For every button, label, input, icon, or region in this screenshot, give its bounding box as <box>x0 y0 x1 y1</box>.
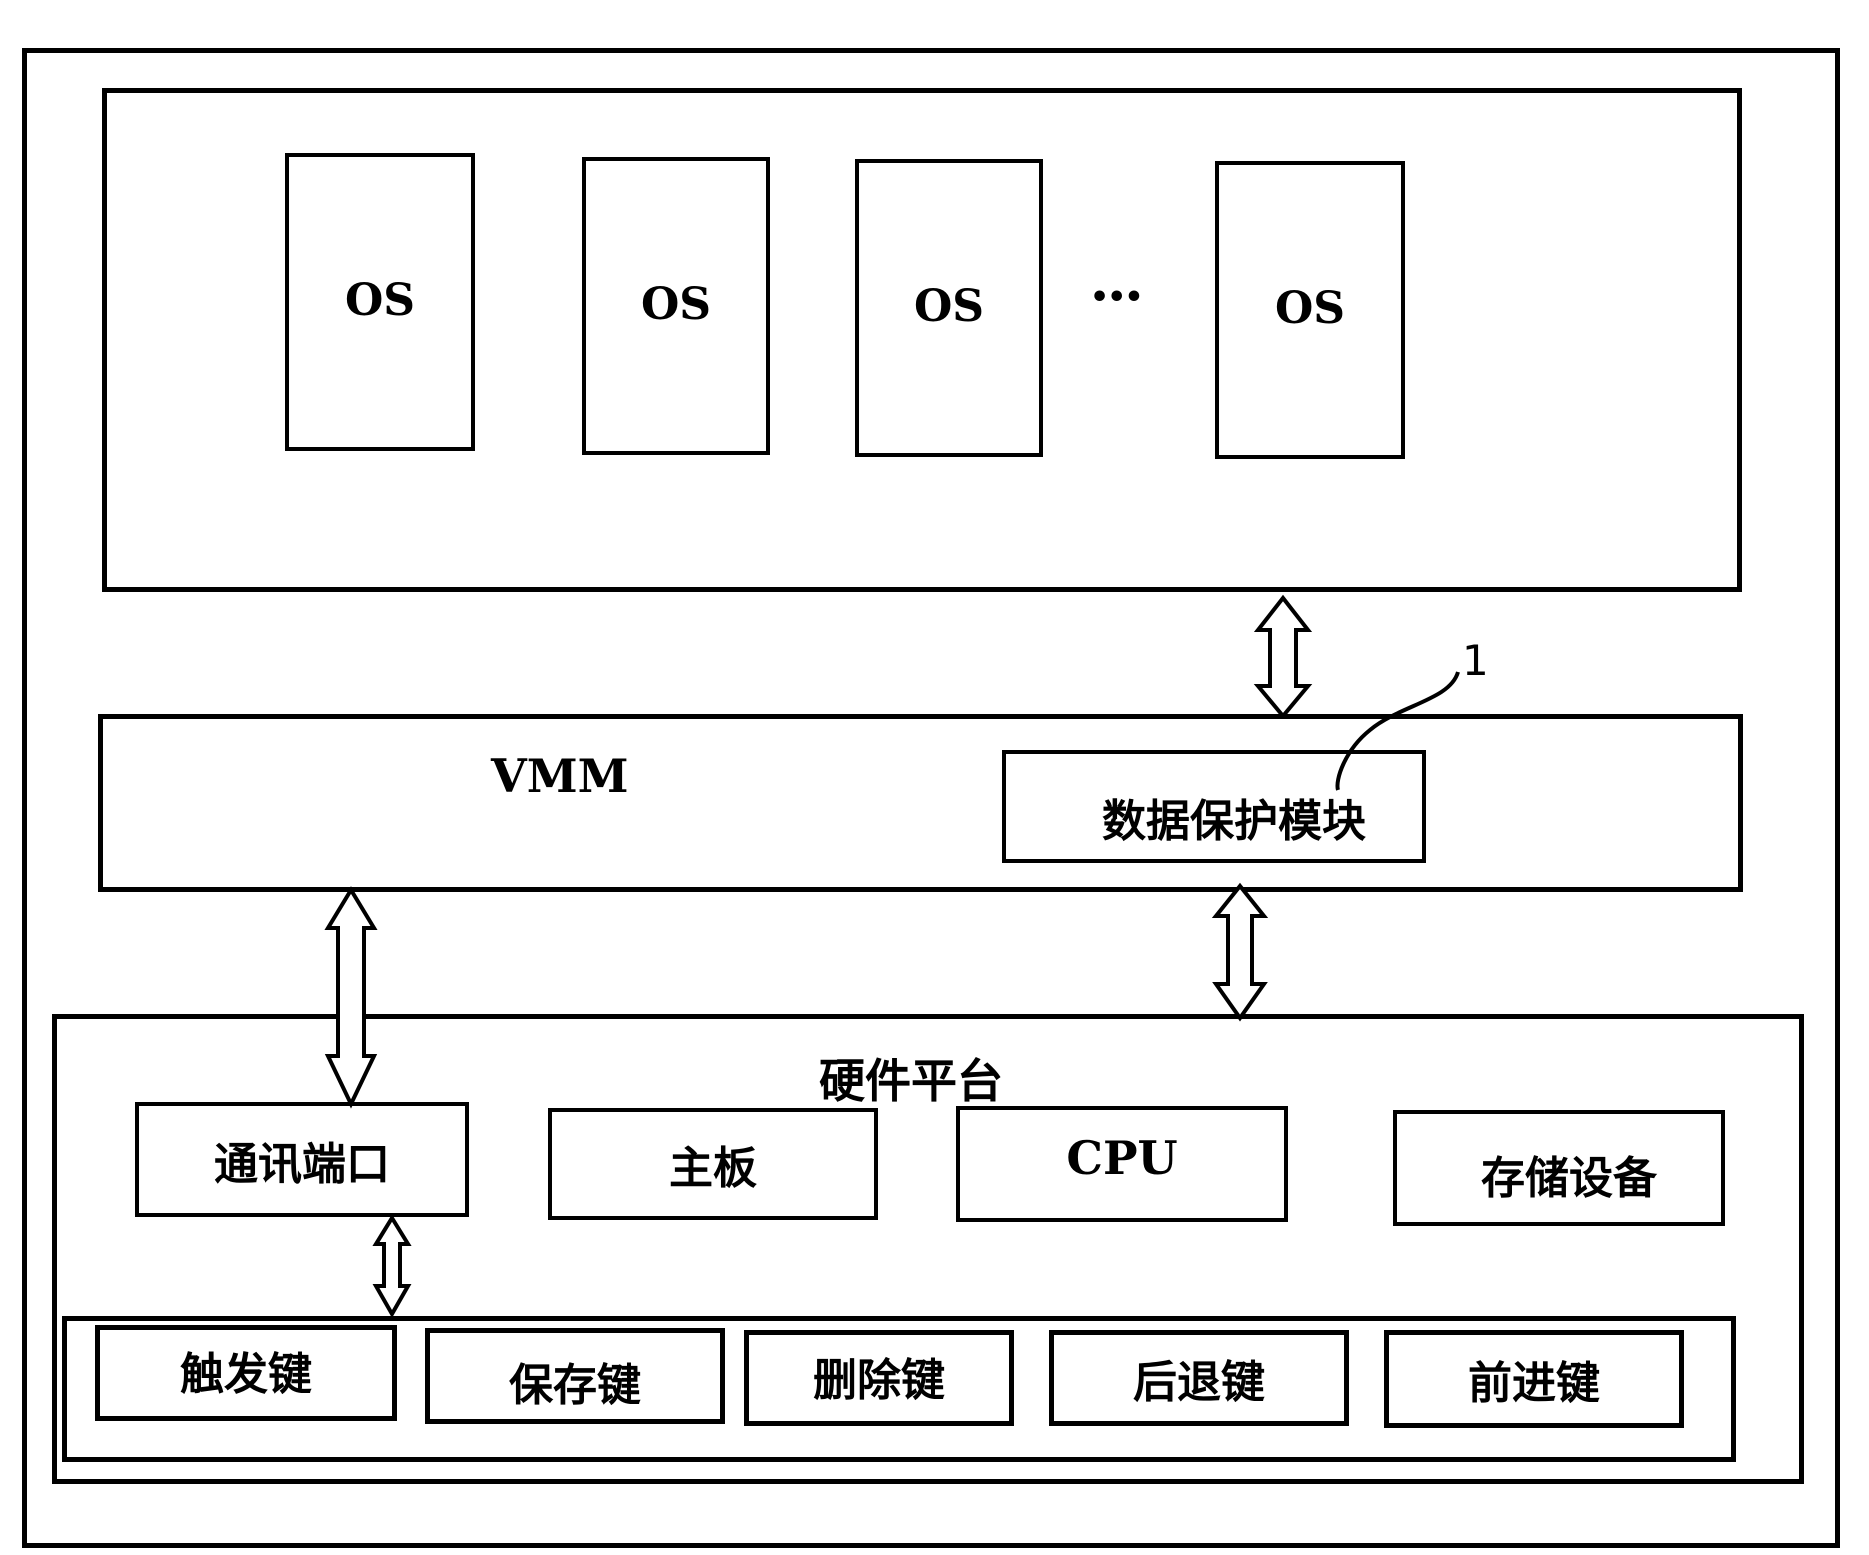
arrow-vmm-comm-port <box>324 886 378 1109</box>
arrow-guest-vmm <box>1253 594 1313 720</box>
connectors-layer <box>324 594 1460 1319</box>
arrow-vmm-hardware <box>1211 882 1269 1022</box>
callout-leader-line <box>1335 671 1460 791</box>
arrow-comm-port-keys <box>372 1214 412 1319</box>
